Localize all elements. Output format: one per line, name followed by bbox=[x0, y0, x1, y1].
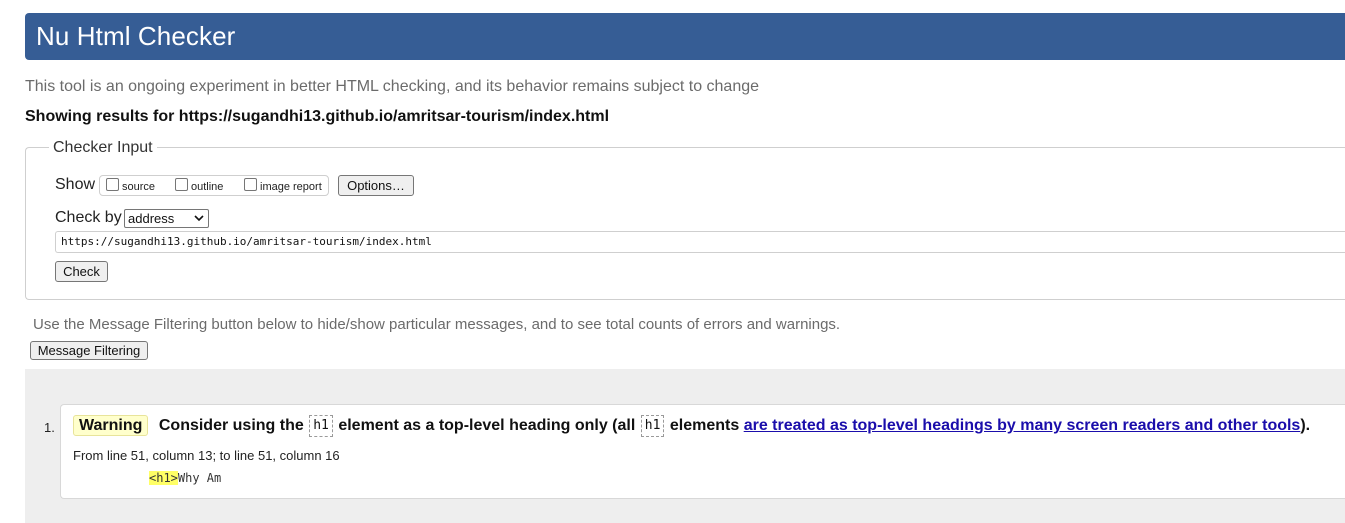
source-checkbox[interactable] bbox=[106, 178, 119, 191]
options-button[interactable]: Options… bbox=[338, 175, 414, 196]
message-text-part-4: ). bbox=[1300, 417, 1311, 434]
outline-checkbox[interactable] bbox=[175, 178, 188, 191]
check-button[interactable]: Check bbox=[55, 261, 108, 282]
message-number: 1. bbox=[44, 420, 55, 435]
message-text-part-1: Consider using the bbox=[158, 417, 304, 434]
show-options-group: source outline image report bbox=[99, 175, 329, 196]
showing-results-prefix: Showing results for bbox=[25, 108, 175, 125]
extract-text: Why Am bbox=[177, 471, 222, 485]
message-filtering-button[interactable]: Message Filtering bbox=[30, 341, 148, 360]
show-label: Show bbox=[55, 176, 96, 193]
results-panel: 1. Warning Consider using the h1 element… bbox=[25, 369, 1345, 523]
message-text: Warning Consider using the h1 element as… bbox=[73, 415, 1310, 437]
message-text-part-2: element as a top-level heading only (all bbox=[338, 417, 636, 434]
show-outline-option[interactable]: outline bbox=[175, 178, 223, 193]
filtering-note: Use the Message Filtering button below t… bbox=[33, 316, 841, 333]
app-header: Nu Html Checker bbox=[25, 13, 1345, 60]
image-report-label: image report bbox=[260, 181, 322, 193]
code-h1-chip-2: h1 bbox=[640, 415, 665, 437]
screen-readers-link[interactable]: are treated as top-level headings by man… bbox=[744, 417, 1301, 434]
checker-input-legend: Checker Input bbox=[49, 139, 157, 157]
source-label: source bbox=[122, 181, 156, 193]
message-text-part-3: elements bbox=[669, 417, 740, 434]
outline-label: outline bbox=[191, 181, 224, 193]
url-input[interactable]: https://sugandhi13.github.io/amritsar-to… bbox=[55, 231, 1345, 253]
message-location: From line 51, column 13; to line 51, col… bbox=[73, 448, 340, 463]
check-by-value: address bbox=[128, 211, 175, 226]
warning-badge: Warning bbox=[73, 415, 149, 436]
showing-results: Showing results for https://sugandhi13.g… bbox=[25, 108, 609, 126]
extract-highlight: <h1> bbox=[149, 471, 178, 485]
image-report-checkbox[interactable] bbox=[244, 178, 257, 191]
showing-results-url: https://sugandhi13.github.io/amritsar-to… bbox=[178, 108, 610, 125]
checker-input-fieldset: Checker Input Show source outline image … bbox=[25, 139, 1345, 300]
check-by-select[interactable]: address bbox=[124, 209, 209, 228]
show-image-report-option[interactable]: image report bbox=[244, 178, 322, 193]
code-extract: <h1>Why Am bbox=[149, 471, 221, 485]
check-by-label: Check by bbox=[55, 209, 122, 226]
code-h1-chip: h1 bbox=[309, 415, 333, 437]
intro-text: This tool is an ongoing experiment in be… bbox=[25, 78, 760, 95]
chevron-down-icon bbox=[194, 215, 204, 222]
message-item: Warning Consider using the h1 element as… bbox=[60, 404, 1345, 499]
page-title: Nu Html Checker bbox=[36, 21, 236, 51]
show-source-option[interactable]: source bbox=[106, 178, 155, 193]
